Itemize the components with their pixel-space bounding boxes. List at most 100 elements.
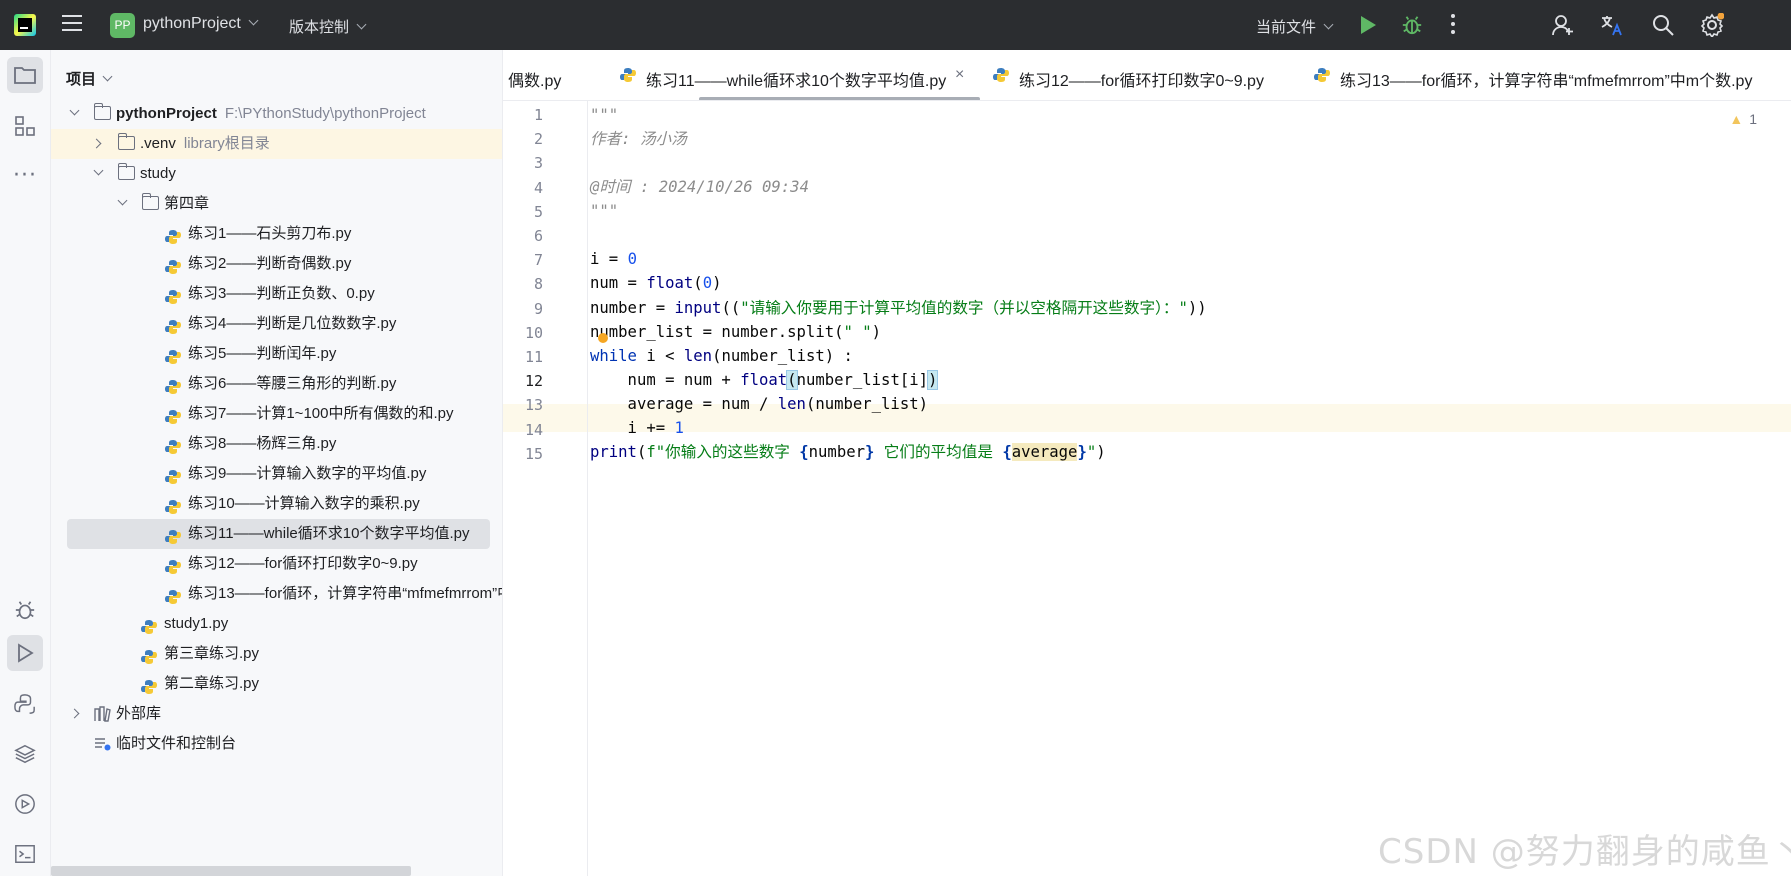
terminal-tool-button[interactable]: [11, 840, 39, 868]
intention-bulb-icon[interactable]: [598, 333, 608, 343]
code-line: num = float(0): [590, 274, 722, 292]
search-icon[interactable]: [1651, 13, 1675, 37]
file-label: 练习6——等腰三角形的判断.py: [188, 375, 397, 392]
layers-tool-button[interactable]: [11, 740, 39, 768]
project-panel: 项目 pythonProject F:\PYthonStudy\pythonPro…: [51, 50, 503, 876]
run-tool-button[interactable]: [7, 635, 43, 671]
python-file-icon: [165, 560, 181, 574]
tree-item-venv[interactable]: .venv library根目录: [51, 129, 502, 159]
tree-item-scratches[interactable]: 临时文件和控制台: [51, 729, 502, 759]
line-number: 7: [533, 251, 543, 270]
file-label: 第二章练习.py: [164, 675, 260, 692]
line-number: 1: [533, 106, 543, 124]
folder-icon: [141, 193, 159, 210]
chevron-down-icon: [102, 71, 113, 82]
line-number: 11: [524, 348, 543, 366]
code-line: @时间 : 2024/10/26 09:34: [590, 178, 809, 196]
tree-file-item[interactable]: 练习3——判断正负数、0.py: [51, 279, 502, 309]
warning-indicator[interactable]: 1: [1729, 111, 1757, 127]
expand-arrow-icon[interactable]: [69, 708, 80, 719]
tree-root[interactable]: pythonProject F:\PYthonStudy\pythonProjec…: [51, 99, 502, 129]
line-number: 14: [524, 420, 543, 439]
code-content[interactable]: """ 作者: 汤小汤 @时间 : 2024/10/26 09:34 """ i…: [590, 101, 1207, 461]
translate-icon[interactable]: [1600, 13, 1624, 37]
more-icon[interactable]: [1450, 14, 1456, 36]
code-line: number = input(("请输入你要用于计算平均值的数字（并以空格隔开这…: [590, 299, 1207, 317]
file-label: 练习2——判断奇偶数.py: [188, 255, 352, 272]
debug-icon: [15, 601, 35, 620]
python-console-button[interactable]: [11, 690, 39, 718]
watermark: CSDN @努力翻身的咸鱼丶: [1378, 832, 1791, 872]
line-number: 10: [524, 323, 543, 342]
file-label: 练习1——石头剪刀布.py: [188, 225, 352, 242]
tree-file-item[interactable]: 练习5——判断闰年.py: [51, 339, 502, 369]
services-tool-button[interactable]: [11, 790, 39, 818]
horizontal-scrollbar[interactable]: [51, 866, 411, 876]
tree-item-external-libs[interactable]: 外部库: [51, 699, 502, 729]
python-file-icon: [141, 620, 157, 634]
run-config-selector[interactable]: 当前文件: [1256, 16, 1334, 37]
close-icon[interactable]: ×: [955, 66, 964, 84]
more-tools-button[interactable]: ···: [11, 162, 39, 190]
tree-item-chapter4[interactable]: 第四章: [51, 189, 502, 219]
line-number: 4: [533, 178, 543, 197]
tree-file-item[interactable]: study1.py: [51, 609, 502, 639]
main-menu-button[interactable]: [62, 15, 82, 33]
folder-icon: [93, 103, 111, 120]
python-file-icon: [141, 680, 157, 694]
expand-arrow-icon[interactable]: [69, 105, 80, 116]
line-number: 5: [533, 202, 543, 221]
tree-file-item[interactable]: 练习8——杨辉三角.py: [51, 429, 502, 459]
code-line: """: [590, 202, 619, 220]
tree-file-item[interactable]: 练习11——while循环求10个数字平均值.py: [67, 519, 490, 549]
tree-file-item[interactable]: 第二章练习.py: [51, 669, 502, 699]
file-label: study1.py: [164, 615, 229, 632]
structure-tool-button[interactable]: [11, 112, 39, 140]
tree-file-item[interactable]: 练习2——判断奇偶数.py: [51, 249, 502, 279]
tree-item-study[interactable]: study: [51, 159, 502, 189]
tree-file-item[interactable]: 练习6——等腰三角形的判断.py: [51, 369, 502, 399]
line-number: 3: [533, 154, 543, 173]
root-path: F:\PYthonStudy\pythonProject: [224, 105, 426, 122]
tree-file-item[interactable]: 第三章练习.py: [51, 639, 502, 669]
project-tool-button[interactable]: [7, 57, 43, 93]
chevron-down-icon: [1323, 19, 1334, 30]
vcs-menu[interactable]: 版本控制: [289, 16, 367, 37]
run-button[interactable]: [1361, 16, 1376, 34]
tree-file-item[interactable]: 练习1——石头剪刀布.py: [51, 219, 502, 249]
project-panel-header[interactable]: 项目: [66, 68, 113, 89]
pycharm-logo-icon: [14, 14, 36, 36]
tab-label: 练习11——while循环求10个数字平均值.py: [646, 73, 947, 90]
add-user-icon[interactable]: [1551, 13, 1575, 37]
tree-file-item[interactable]: 练习12——for循环打印数字0~9.py: [51, 549, 502, 579]
chevron-down-icon: [248, 15, 259, 26]
settings-icon[interactable]: [1700, 13, 1724, 37]
project-badge[interactable]: PP: [110, 13, 135, 38]
file-label: 练习7——计算1~100中所有偶数的和.py: [188, 405, 454, 422]
file-label: 练习13——for循环，计算字符串“mfmefmrrom”中m个数.py: [188, 585, 502, 602]
more-icon: ···: [13, 163, 37, 188]
tree-file-item[interactable]: 练习4——判断是几位数数字.py: [51, 309, 502, 339]
vcs-label: 版本控制: [289, 19, 350, 36]
structure-icon: [15, 116, 35, 136]
tree-file-item[interactable]: 练习13——for循环，计算字符串“mfmefmrrom”中m个数.py: [51, 579, 502, 609]
expand-arrow-icon[interactable]: [91, 138, 102, 149]
folder-icon: [117, 163, 135, 180]
project-selector[interactable]: pythonProject: [143, 15, 259, 33]
file-label: 练习3——判断正负数、0.py: [188, 285, 375, 302]
expand-arrow-icon[interactable]: [117, 195, 128, 206]
editor-tabs: 偶数.py 练习11——while循环求10个数字平均值.py × 练习12——…: [503, 50, 1791, 101]
tree-file-item[interactable]: 练习9——计算输入数字的平均值.py: [51, 459, 502, 489]
tree-file-item[interactable]: 练习7——计算1~100中所有偶数的和.py: [51, 399, 502, 429]
expand-arrow-icon[interactable]: [93, 165, 104, 176]
debug-tool-button[interactable]: [11, 596, 39, 624]
code-line: num = num + float(number_list[i]): [590, 370, 939, 390]
tree-file-item[interactable]: 练习10——计算输入数字的乘积.py: [51, 489, 502, 519]
python-file-icon: [165, 500, 181, 514]
project-name: pythonProject: [143, 15, 241, 32]
debug-button[interactable]: [1401, 14, 1423, 36]
scratches-label: 临时文件和控制台: [116, 735, 237, 752]
file-label: 练习4——判断是几位数数字.py: [188, 315, 397, 332]
code-editor[interactable]: 123456789101112131415 1 """ 作者: 汤小汤 @时间 …: [503, 101, 1791, 876]
external-libs-label: 外部库: [116, 705, 162, 722]
